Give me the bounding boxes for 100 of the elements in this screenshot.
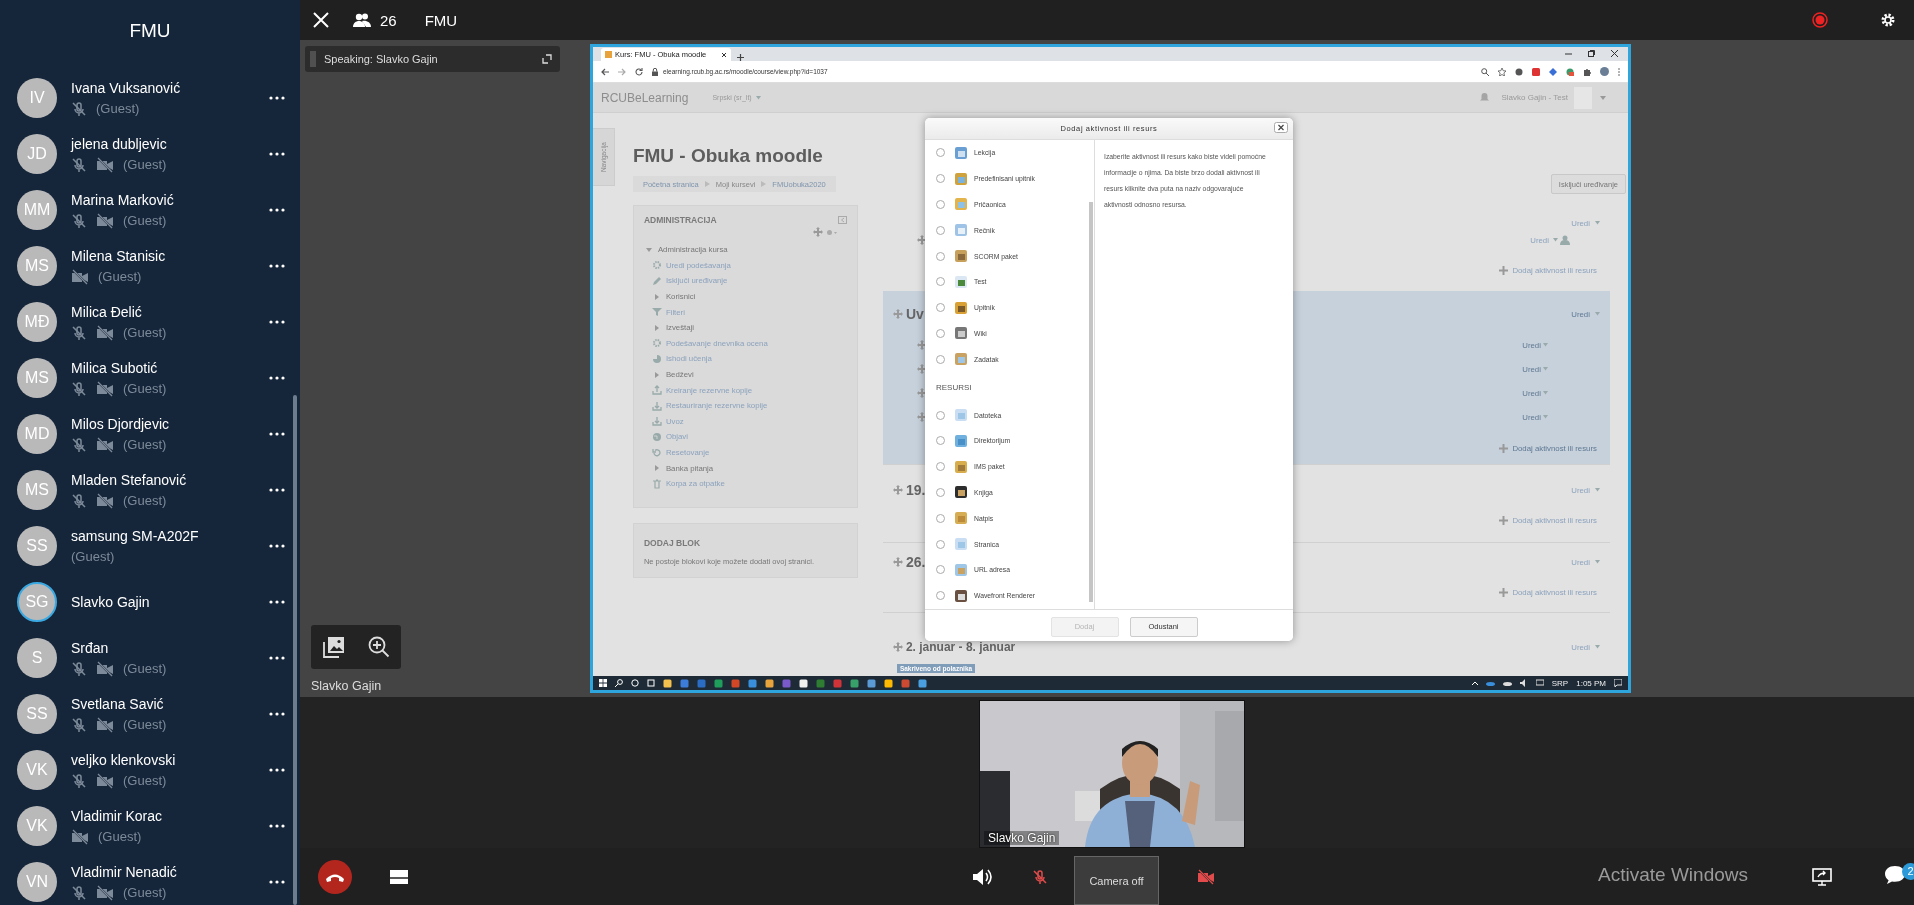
more-icon[interactable] — [268, 879, 286, 885]
more-icon[interactable] — [268, 95, 286, 101]
radio[interactable] — [936, 565, 945, 575]
more-icon[interactable] — [268, 655, 286, 661]
close-icon[interactable] — [721, 51, 727, 58]
guest-label: (Guest) — [123, 437, 167, 452]
pie-icon — [651, 353, 662, 364]
participant-name: Vladimir Nenadić — [71, 863, 177, 881]
profile-icon[interactable] — [1600, 67, 1609, 76]
more-icon[interactable] — [268, 823, 286, 829]
caret-icon[interactable] — [653, 293, 660, 300]
radio[interactable] — [936, 328, 945, 338]
gallery-icon[interactable] — [322, 636, 345, 658]
more-icon[interactable] — [268, 207, 286, 213]
more-icon[interactable] — [268, 431, 286, 437]
caret-icon[interactable] — [645, 246, 652, 253]
guest-label: (Guest) — [123, 493, 167, 508]
chat-icon[interactable] — [1884, 864, 1906, 885]
people-icon[interactable] — [352, 12, 372, 28]
more-icon[interactable] — [268, 151, 286, 157]
zoom-icon[interactable] — [1481, 67, 1489, 76]
puzzle-icon[interactable] — [1583, 67, 1591, 76]
scrollbar-thumb[interactable] — [1089, 202, 1093, 602]
back-icon[interactable] — [601, 67, 609, 76]
minimize-icon[interactable] — [1565, 50, 1572, 57]
notification-icon[interactable] — [1614, 679, 1622, 687]
record-icon[interactable] — [1812, 12, 1828, 28]
module-icon — [954, 352, 968, 367]
hang-up-button[interactable] — [318, 859, 352, 894]
caret-icon[interactable] — [653, 465, 660, 472]
activation-notice: Activate Windows — [1598, 864, 1748, 886]
radio[interactable] — [936, 148, 945, 158]
restore-icon[interactable] — [1588, 50, 1595, 57]
expand-icon[interactable] — [542, 54, 552, 64]
module-icon — [954, 433, 968, 448]
move-icon[interactable] — [892, 642, 903, 652]
close-icon[interactable] — [1611, 50, 1618, 57]
radio[interactable] — [936, 225, 945, 235]
windows-logo-icon[interactable] — [599, 679, 607, 687]
radio[interactable] — [936, 410, 945, 420]
radio[interactable] — [936, 251, 945, 261]
screen-share-icon[interactable] — [1812, 867, 1832, 886]
volume-icon[interactable] — [1519, 679, 1528, 687]
person-icon — [1559, 235, 1570, 245]
input-language[interactable]: SRP — [1551, 678, 1569, 688]
star-icon[interactable] — [1498, 67, 1506, 76]
caret-icon[interactable] — [653, 324, 660, 331]
radio[interactable] — [936, 174, 945, 184]
radio[interactable] — [936, 539, 945, 549]
module-icon — [954, 300, 968, 315]
circle-icon[interactable] — [631, 679, 639, 687]
radio[interactable] — [936, 436, 945, 446]
move-icon[interactable] — [892, 485, 903, 495]
more-icon[interactable] — [268, 599, 286, 605]
scrollbar-thumb[interactable] — [293, 395, 297, 905]
radio[interactable] — [936, 487, 945, 497]
more-icon[interactable] — [268, 711, 286, 717]
clock[interactable]: 1:05 PM — [1576, 678, 1606, 688]
reload-icon[interactable] — [635, 67, 643, 76]
more-icon[interactable] — [268, 543, 286, 549]
more-icon[interactable] — [268, 263, 286, 269]
radio[interactable] — [936, 462, 945, 472]
layout-icon[interactable] — [390, 869, 408, 884]
radio[interactable] — [936, 277, 945, 287]
radio[interactable] — [936, 200, 945, 209]
extension-icon[interactable] — [1566, 67, 1574, 76]
more-icon[interactable] — [268, 487, 286, 493]
site-brand[interactable]: RCUBeLearning — [601, 90, 689, 105]
radio[interactable] — [936, 303, 945, 313]
grip-icon[interactable] — [310, 51, 316, 67]
camera-off-icon[interactable] — [1197, 868, 1215, 885]
radio[interactable] — [936, 354, 945, 364]
task-view-icon[interactable] — [647, 679, 655, 687]
settings-icon[interactable] — [1880, 12, 1896, 28]
radio[interactable] — [936, 591, 945, 601]
move-icon[interactable] — [892, 557, 903, 567]
pencil-icon — [651, 276, 662, 286]
block-title: ADMINISTRACIJA — [643, 215, 717, 225]
zoom-in-icon[interactable] — [367, 636, 390, 658]
participant-name: Marina Marković — [71, 191, 174, 209]
more-icon[interactable] — [268, 375, 286, 381]
chevron-icon[interactable] — [1471, 681, 1478, 685]
meeting-title: FMU — [424, 11, 458, 29]
avatar: SG — [17, 582, 57, 622]
caret-icon[interactable] — [653, 371, 660, 378]
close-icon[interactable] — [1274, 122, 1288, 133]
speaker-icon[interactable] — [972, 867, 992, 886]
plus-icon — [1499, 515, 1509, 525]
avatar: VK — [17, 750, 57, 790]
more-icon[interactable] — [268, 319, 286, 325]
new-tab-icon[interactable] — [737, 54, 744, 61]
search-icon[interactable] — [615, 679, 623, 687]
camera-off-button[interactable]: Camera off — [1074, 856, 1159, 905]
more-icon[interactable] — [268, 767, 286, 773]
forward-icon[interactable] — [618, 67, 626, 76]
network-icon[interactable] — [1535, 679, 1544, 687]
avatar: MS — [17, 246, 57, 286]
section-heading: 19. — [905, 482, 926, 498]
radio[interactable] — [936, 513, 945, 523]
module-icon — [954, 145, 968, 160]
